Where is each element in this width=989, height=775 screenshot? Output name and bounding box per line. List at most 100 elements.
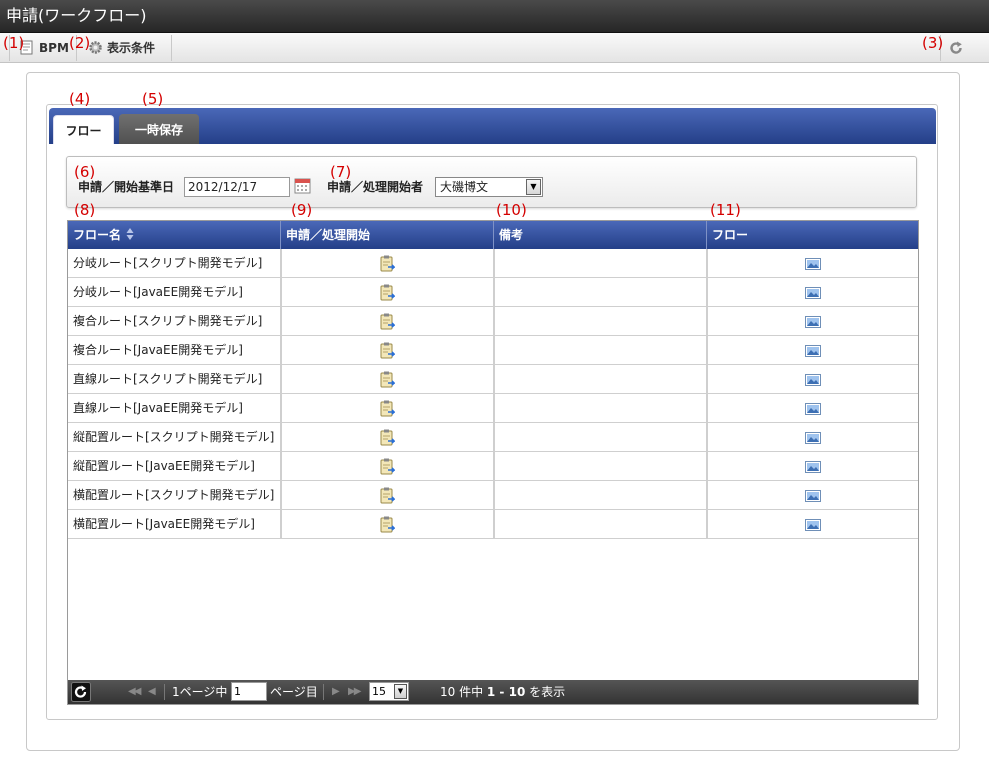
clipboard-icon[interactable] — [379, 255, 395, 272]
flow-cell — [707, 278, 918, 307]
column-header-flow: フロー — [712, 228, 749, 242]
callout-11: (11) — [710, 201, 741, 219]
image-icon[interactable] — [804, 402, 821, 415]
note-cell — [494, 249, 707, 278]
callout-9: (9) — [291, 201, 313, 219]
table-row: 複合ルート[スクリプト開発モデル] — [68, 307, 918, 336]
clipboard-icon[interactable] — [379, 516, 395, 533]
callout-10: (10) — [496, 201, 527, 219]
flow-name-cell: 縦配置ルート[JavaEE開発モデル] — [68, 452, 281, 481]
flow-name-cell: 縦配置ルート[スクリプト開発モデル] — [68, 423, 281, 452]
image-icon[interactable] — [804, 257, 821, 270]
flow-name-cell: 複合ルート[スクリプト開発モデル] — [68, 307, 281, 336]
previous-page-icon[interactable]: ◀ — [148, 680, 156, 704]
calendar-icon[interactable] — [294, 177, 311, 194]
display-conditions-button[interactable]: 表示条件 — [88, 33, 155, 62]
last-page-icon[interactable]: ▶▶ — [348, 680, 361, 704]
flow-name-cell: 横配置ルート[JavaEE開発モデル] — [68, 510, 281, 539]
tab-temporary-save[interactable]: 一時保存 — [119, 114, 199, 144]
note-cell — [494, 278, 707, 307]
note-cell — [494, 394, 707, 423]
first-page-icon[interactable]: ◀◀ — [128, 680, 141, 704]
flow-cell — [707, 510, 918, 539]
image-icon[interactable] — [804, 286, 821, 299]
note-cell — [494, 365, 707, 394]
table-row: 横配置ルート[スクリプト開発モデル] — [68, 481, 918, 510]
clipboard-icon[interactable] — [379, 400, 395, 417]
gear-icon — [89, 41, 102, 54]
flow-cell — [707, 452, 918, 481]
display-conditions-label: 表示条件 — [107, 41, 156, 55]
callout-5: (5) — [142, 90, 164, 108]
start-cell — [281, 394, 494, 423]
summary-suffix: を表示 — [525, 685, 566, 699]
pager-divider — [164, 684, 165, 700]
note-cell — [494, 510, 707, 539]
note-cell — [494, 452, 707, 481]
table-row: 分岐ルート[スクリプト開発モデル] — [68, 249, 918, 278]
flow-cell — [707, 249, 918, 278]
flow-cell — [707, 307, 918, 336]
toolbar: BPM 表示条件 — [0, 33, 989, 63]
start-cell — [281, 278, 494, 307]
image-icon[interactable] — [804, 431, 821, 444]
image-icon[interactable] — [804, 373, 821, 386]
reload-button[interactable] — [948, 33, 964, 62]
window-title: 申請(ワークフロー) — [0, 0, 989, 33]
next-page-icon[interactable]: ▶ — [332, 680, 340, 704]
summary-count: 10 件中 — [440, 685, 487, 699]
start-cell — [281, 452, 494, 481]
callout-1: (1) — [3, 34, 25, 52]
toolbar-divider — [171, 35, 172, 61]
user-select[interactable]: 大磯博文 ▼ — [435, 177, 543, 197]
clipboard-icon[interactable] — [379, 313, 395, 330]
column-divider — [707, 249, 708, 539]
note-cell — [494, 423, 707, 452]
summary-range: 1 - 10 — [486, 685, 526, 699]
table-row: 分岐ルート[JavaEE開発モデル] — [68, 278, 918, 307]
flow-cell — [707, 481, 918, 510]
flow-cell — [707, 336, 918, 365]
image-icon[interactable] — [804, 460, 821, 473]
flow-name-cell: 複合ルート[JavaEE開発モデル] — [68, 336, 281, 365]
table-row: 縦配置ルート[スクリプト開発モデル] — [68, 423, 918, 452]
clipboard-icon[interactable] — [379, 429, 395, 446]
start-cell — [281, 365, 494, 394]
start-cell — [281, 510, 494, 539]
flow-grid: フロー名 申請／処理開始 備考 フロー 分岐ルート[スクリプト開発モデル] 分岐ル… — [67, 220, 919, 705]
page-size-value: 15 — [372, 685, 386, 698]
grid-refresh-button[interactable] — [71, 682, 91, 702]
image-icon[interactable] — [804, 315, 821, 328]
pager: ◀◀ ◀ 1ページ中 1 ページ目 ▶ ▶▶ 15 ▼ 10 件中 1 - 10… — [68, 680, 918, 704]
column-header-label: フロー名 — [73, 228, 122, 242]
image-icon[interactable] — [804, 344, 821, 357]
page-number-input[interactable]: 1 — [231, 682, 267, 701]
image-icon[interactable] — [804, 518, 821, 531]
sort-icon[interactable] — [126, 227, 134, 241]
flow-name-cell: 直線ルート[スクリプト開発モデル] — [68, 365, 281, 394]
clipboard-icon[interactable] — [379, 342, 395, 359]
start-cell — [281, 307, 494, 336]
image-icon[interactable] — [804, 489, 821, 502]
bpm-button[interactable]: BPM — [19, 33, 69, 62]
clipboard-icon[interactable] — [379, 458, 395, 475]
table-row: 複合ルート[JavaEE開発モデル] — [68, 336, 918, 365]
table-row: 横配置ルート[JavaEE開発モデル] — [68, 510, 918, 539]
callout-6: (6) — [74, 163, 96, 181]
clipboard-icon[interactable] — [379, 487, 395, 504]
grid-header: フロー名 申請／処理開始 備考 フロー — [68, 221, 918, 249]
page-size-select[interactable]: 15 ▼ — [369, 682, 409, 701]
refresh-icon — [71, 682, 91, 702]
chevron-down-icon[interactable]: ▼ — [394, 684, 407, 699]
base-date-input[interactable]: 2012/12/17 — [184, 177, 290, 197]
column-header-flow-name[interactable]: フロー名 — [68, 221, 281, 249]
flow-cell — [707, 394, 918, 423]
table-row: 直線ルート[スクリプト開発モデル] — [68, 365, 918, 394]
column-divider — [494, 249, 495, 539]
chevron-down-icon[interactable]: ▼ — [526, 179, 541, 195]
clipboard-icon[interactable] — [379, 284, 395, 301]
clipboard-icon[interactable] — [379, 371, 395, 388]
flow-name-cell: 分岐ルート[JavaEE開発モデル] — [68, 278, 281, 307]
note-cell — [494, 307, 707, 336]
tab-flow[interactable]: フロー — [53, 115, 114, 144]
